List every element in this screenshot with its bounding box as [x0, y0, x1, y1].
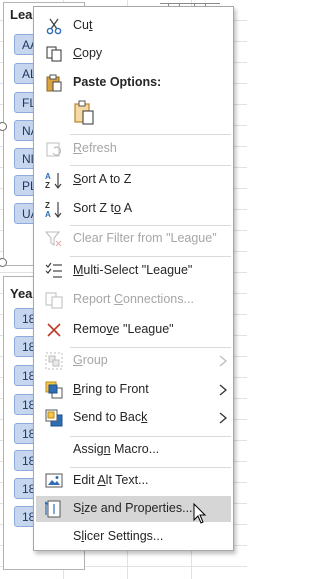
menu-label: Assign Macro...: [73, 442, 160, 456]
chevron-right-icon: [219, 384, 228, 396]
menu-separator: [70, 134, 231, 135]
menu-label: Remove "League": [73, 322, 174, 336]
sort-az-icon: A Z: [45, 172, 62, 189]
menu-label: Send to Back: [73, 410, 148, 424]
menu-label: Report Connections...: [73, 292, 194, 306]
menu-item-clear-filter: Clear Filter from "League": [36, 226, 231, 252]
menu-label: Group: [73, 353, 108, 367]
sort-za-icon: Z A: [45, 201, 62, 218]
paste-icon: [46, 74, 62, 92]
menu-label: Clear Filter from "League": [73, 231, 217, 245]
menu-item-send-to-back[interactable]: Send to Back: [36, 405, 231, 431]
menu-label: Bring to Front: [73, 382, 149, 396]
remove-icon: [47, 323, 61, 337]
copy-icon: [46, 46, 62, 62]
send-to-back-icon: [45, 409, 63, 427]
chevron-right-icon: [219, 412, 228, 424]
menu-label: Sort Z to A: [73, 201, 133, 215]
menu-heading-paste-options: Paste Options:: [36, 70, 231, 96]
cut-icon: [46, 18, 62, 35]
menu-item-slicer-settings[interactable]: Slicer Settings...: [36, 524, 231, 550]
menu-label: Edit Alt Text...: [73, 473, 149, 487]
menu-item-assign-macro[interactable]: Assign Macro...: [36, 437, 231, 463]
menu-label: Size and Properties...: [73, 501, 193, 515]
menu-label: Slicer Settings...: [73, 529, 164, 543]
svg-text:A: A: [45, 172, 51, 181]
menu-label: Cut: [73, 18, 93, 32]
menu-label: Copy: [73, 46, 103, 60]
refresh-icon: [46, 142, 62, 157]
menu-item-sort-a-to-z[interactable]: A Z Sort A to Z: [36, 167, 231, 193]
menu-item-cut[interactable]: Cut: [36, 13, 231, 39]
menu-item-bring-to-front[interactable]: Bring to Front: [36, 377, 231, 403]
edit-alt-text-icon: [45, 473, 63, 488]
bring-to-front-icon: [45, 381, 63, 399]
menu-item-refresh: Refresh: [36, 136, 231, 162]
clear-filter-icon: [45, 231, 62, 247]
menu-separator: [70, 165, 231, 166]
context-menu: Cut Copy Paste Options: Refresh A Z Sort…: [33, 6, 234, 551]
menu-separator: [70, 256, 231, 257]
menu-item-edit-alt-text[interactable]: Edit Alt Text...: [36, 468, 231, 494]
size-properties-icon: [45, 500, 61, 518]
report-connections-icon: [45, 292, 63, 309]
menu-item-copy[interactable]: Copy: [36, 41, 231, 67]
menu-label: Refresh: [73, 141, 117, 155]
chevron-right-icon: [219, 355, 228, 367]
svg-text:Z: Z: [45, 201, 50, 210]
menu-item-group: Group: [36, 348, 231, 374]
multi-select-icon: [45, 262, 62, 278]
menu-item-report-connections: Report Connections...: [36, 287, 231, 313]
svg-text:Z: Z: [45, 181, 50, 189]
year-slicer-title: Yea: [10, 286, 33, 301]
menu-item-sort-z-to-a[interactable]: Z A Sort Z to A: [36, 196, 231, 222]
menu-label: Multi-Select "League": [73, 263, 193, 277]
menu-label: Sort A to Z: [73, 172, 132, 186]
paste-button-icon[interactable]: [73, 100, 95, 126]
menu-item-multi-select[interactable]: Multi-Select "League": [36, 258, 231, 284]
svg-text:A: A: [45, 210, 51, 218]
paste-options-label: Paste Options:: [73, 75, 162, 89]
group-icon: [45, 352, 63, 370]
menu-item-remove[interactable]: Remove "League": [36, 317, 231, 343]
mouse-pointer-icon: [193, 503, 207, 524]
